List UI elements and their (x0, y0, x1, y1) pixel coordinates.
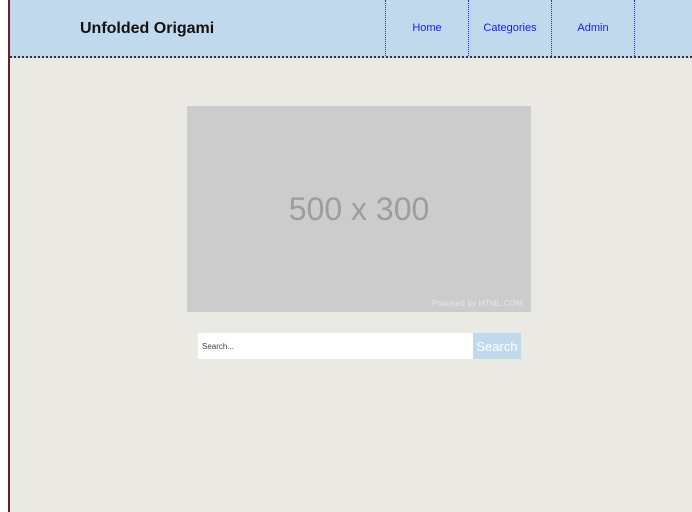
nav-item-home[interactable]: Home (385, 0, 468, 56)
nav-item-categories[interactable]: Categories (468, 0, 551, 56)
search-input[interactable] (198, 333, 473, 359)
placeholder-image: 500 x 300 Powered by HTML.COM (187, 106, 531, 312)
page: Unfolded Origami Home Categories Admin 5… (10, 0, 692, 512)
left-border-strip (0, 0, 10, 512)
powered-by-text: Powered by HTML.COM (432, 299, 523, 308)
search-form: Search (198, 333, 521, 359)
site-title: Unfolded Origami (80, 20, 215, 37)
site-header: Unfolded Origami Home Categories Admin (10, 0, 692, 58)
placeholder-dimensions-text: 500 x 300 (288, 191, 430, 227)
search-button[interactable]: Search (473, 333, 521, 359)
main-nav: Home Categories Admin (385, 0, 635, 58)
nav-item-admin[interactable]: Admin (551, 0, 635, 56)
